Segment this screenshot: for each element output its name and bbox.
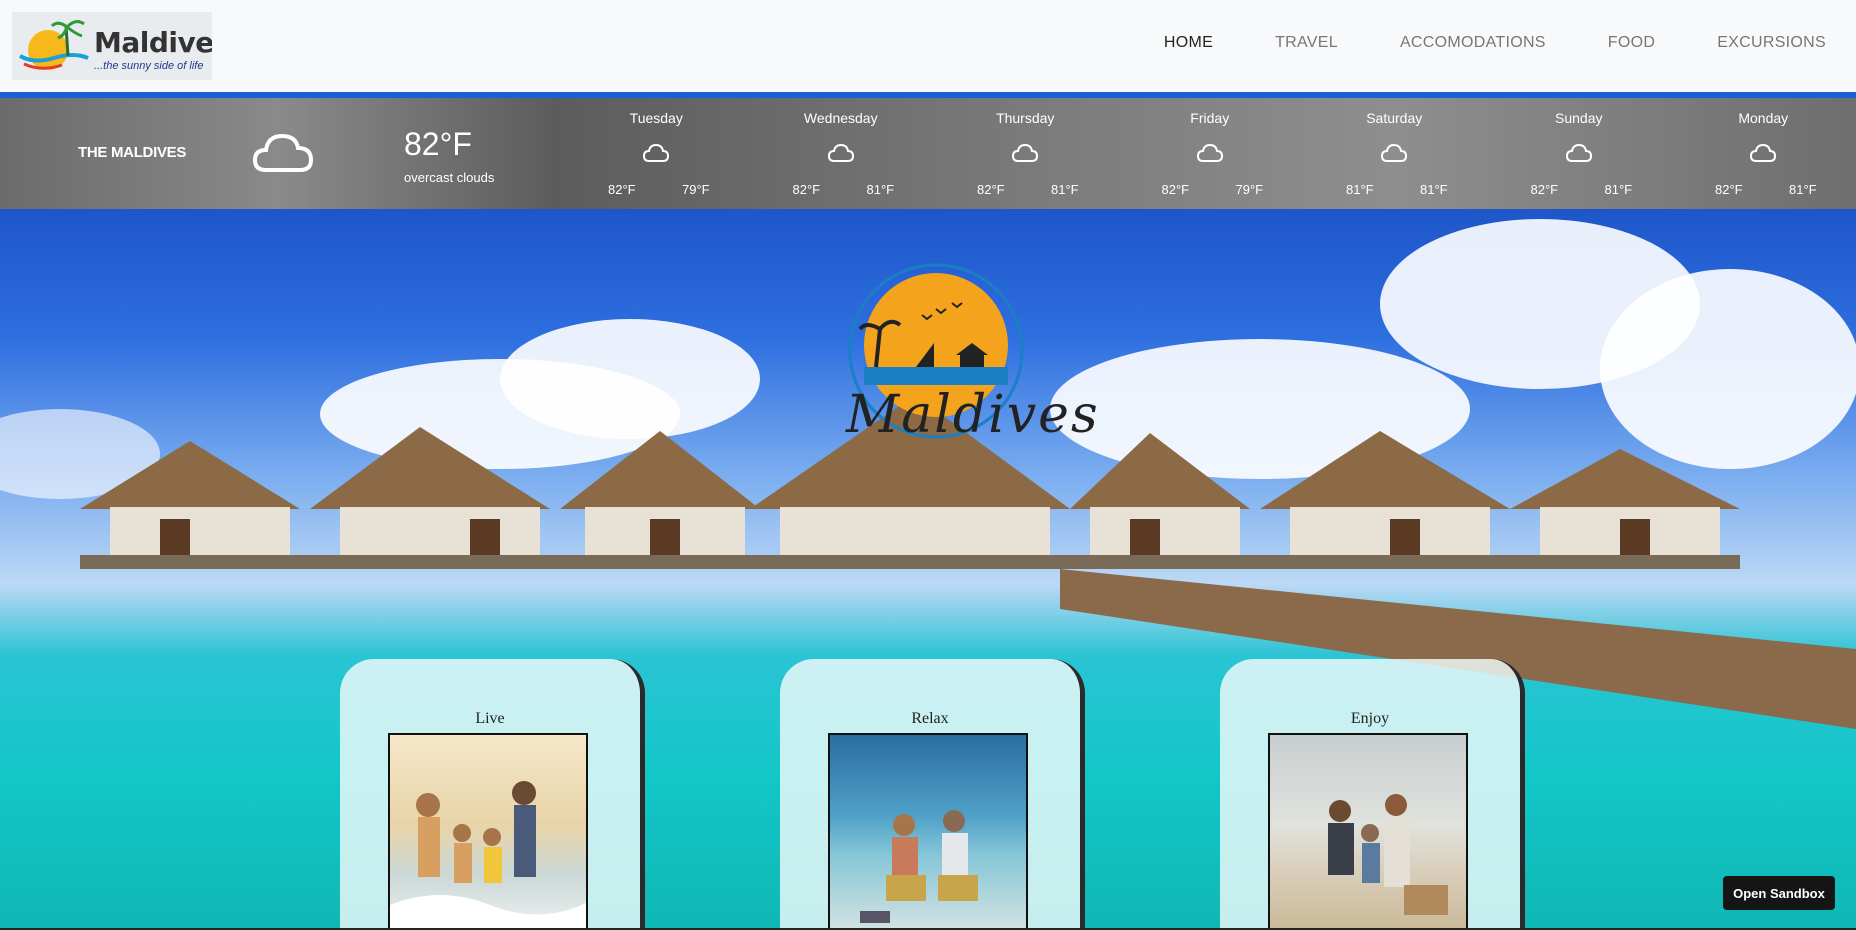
forecast-low: 79°F: [1235, 182, 1264, 197]
forecast-low: 79°F: [682, 182, 710, 197]
cloud-icon: [1380, 142, 1408, 169]
forecast-day: Wednesday 82°F 81°F: [749, 98, 934, 209]
site-logo[interactable]: Maldives ...the sunny side of life: [12, 12, 212, 80]
cloud-icon: [1749, 142, 1777, 169]
card-enjoy[interactable]: Enjoy: [1220, 659, 1525, 930]
forecast-day: Saturday 81°F 81°F: [1302, 98, 1487, 209]
forecast-low: 81°F: [1604, 182, 1633, 197]
forecast-low: 81°F: [1420, 182, 1448, 197]
cloud-icon: [1565, 142, 1593, 169]
hero-banner: Maldives Live Relax Enjoy: [0, 209, 1856, 930]
forecast-day-name: Sunday: [1555, 110, 1603, 126]
forecast-day: Thursday 82°F 81°F: [933, 98, 1118, 209]
card-title: Enjoy: [1350, 710, 1390, 727]
nav-travel[interactable]: TRAVEL: [1275, 34, 1338, 52]
forecast-low: 81°F: [1051, 182, 1079, 197]
forecast-high: 82°F: [608, 182, 636, 197]
forecast-day: Friday 82°F 79°F: [1118, 98, 1303, 209]
forecast-day-name: Friday: [1190, 110, 1230, 126]
logo-sun-palm-icon: [19, 20, 89, 70]
current-condition: overcast clouds: [404, 170, 495, 185]
cloud-icon: [252, 128, 314, 181]
forecast-list: Tuesday 82°F 79°F Wednesday 82°F 81°F Th…: [564, 98, 1856, 209]
forecast-day-name: Saturday: [1366, 110, 1423, 126]
cloud-icon: [1011, 142, 1039, 169]
forecast-high: 81°F: [1346, 182, 1374, 197]
main-nav: HOME TRAVEL ACCOMODATIONS FOOD EXCURSION…: [1102, 34, 1826, 52]
forecast-day-name: Wednesday: [803, 110, 878, 126]
weather-location: THE MALDIVES: [78, 144, 187, 161]
card-title: Relax: [911, 710, 949, 727]
card-title: Live: [475, 710, 505, 727]
nav-excursions[interactable]: EXCURSIONS: [1717, 34, 1826, 52]
forecast-low: 81°F: [866, 182, 895, 197]
forecast-day-name: Thursday: [996, 110, 1055, 126]
card-image-family-beach: [388, 733, 588, 930]
nav-food[interactable]: FOOD: [1608, 34, 1655, 52]
hero-logo-wordmark: Maldives: [846, 385, 1100, 445]
logo-tagline: ...the sunny side of life: [94, 60, 204, 72]
card-live[interactable]: Live: [340, 659, 645, 930]
open-sandbox-button[interactable]: Open Sandbox: [1723, 876, 1835, 910]
cloud-icon: [827, 142, 855, 169]
cloud-icon: [642, 142, 670, 169]
nav-home[interactable]: HOME: [1164, 34, 1213, 52]
card-image-family-dunes: [1268, 733, 1468, 930]
nav-accomodations[interactable]: ACCOMODATIONS: [1400, 34, 1546, 52]
forecast-day: Tuesday 82°F 79°F: [564, 98, 749, 209]
forecast-day-name: Tuesday: [629, 110, 683, 126]
forecast-high: 82°F: [792, 182, 821, 197]
site-header: Maldives ...the sunny side of life HOME …: [0, 0, 1856, 98]
current-temperature: 82°F: [404, 126, 472, 162]
forecast-day: Sunday 82°F 81°F: [1487, 98, 1672, 209]
forecast-high: 82°F: [1530, 182, 1559, 197]
forecast-high: 82°F: [1161, 182, 1190, 197]
forecast-day: Monday 82°F 81°F: [1671, 98, 1856, 209]
forecast-high: 82°F: [1715, 182, 1743, 197]
cloud-icon: [1196, 142, 1224, 169]
card-relax[interactable]: Relax: [780, 659, 1085, 930]
forecast-high: 82°F: [977, 182, 1005, 197]
logo-wordmark: Maldives: [94, 26, 212, 59]
card-image-couple-beach-chairs: [828, 733, 1028, 930]
weather-widget: THE MALDIVES 82°F overcast clouds Tuesda…: [0, 98, 1856, 209]
forecast-low: 81°F: [1789, 182, 1817, 197]
forecast-day-name: Monday: [1738, 110, 1789, 126]
